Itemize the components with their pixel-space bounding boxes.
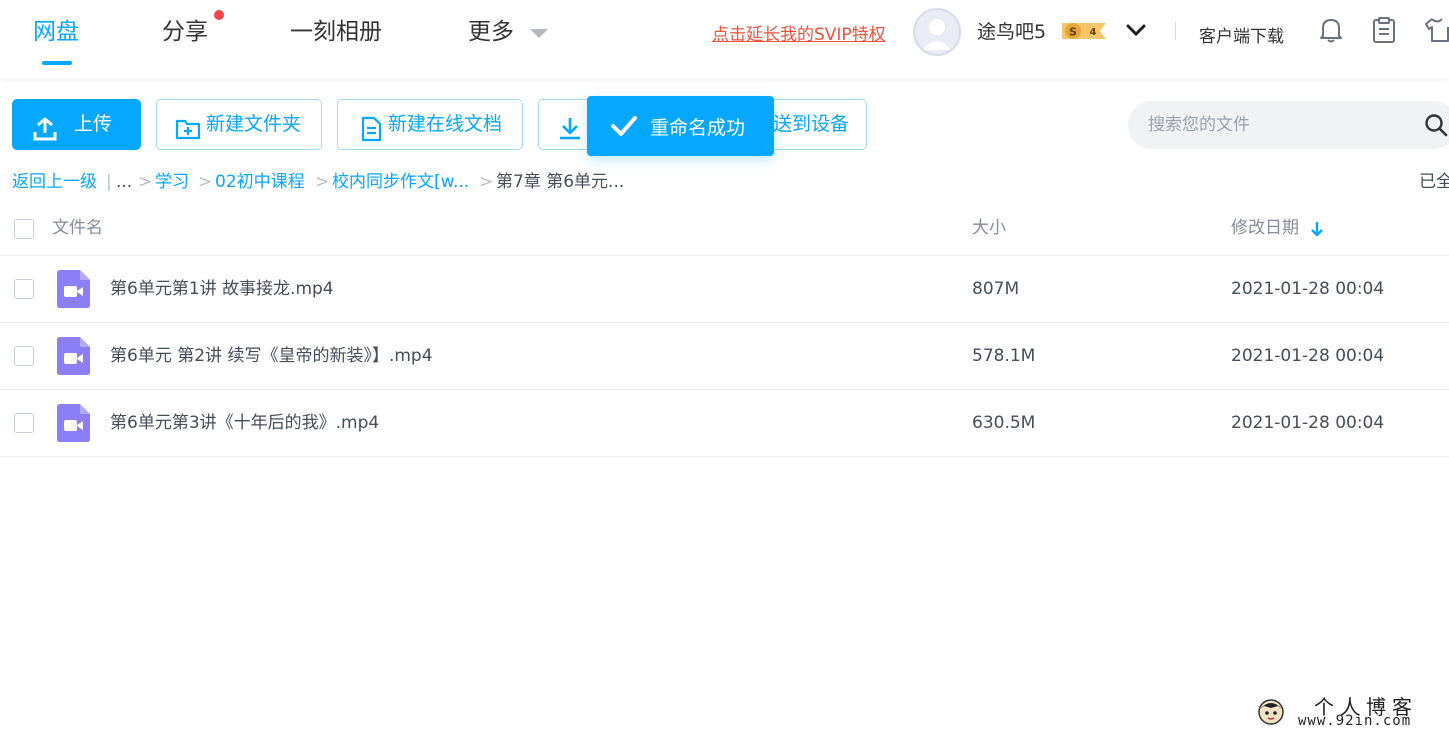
- new-folder-label: 新建文件夹: [206, 113, 302, 135]
- tab-share[interactable]: 分享: [162, 16, 208, 48]
- breadcrumb-separator: >: [138, 172, 153, 192]
- file-size: 807M: [972, 279, 1020, 299]
- new-online-doc-label: 新建在线文档: [388, 113, 503, 135]
- username[interactable]: 途鸟吧5: [977, 17, 1046, 44]
- breadcrumb-ellipsis[interactable]: ...: [116, 169, 132, 195]
- file-name[interactable]: 第6单元第3讲《十年后的我》.mp4: [110, 410, 379, 436]
- file-date: 2021-01-28 00:04: [1231, 346, 1385, 366]
- svip-extend-link[interactable]: 点击延长我的SVIP特权: [712, 20, 886, 45]
- file-date: 2021-01-28 00:04: [1231, 279, 1385, 299]
- more-caret-icon[interactable]: [530, 29, 548, 38]
- nav-divider: [1175, 22, 1176, 40]
- client-download-link[interactable]: 客户端下载: [1199, 22, 1284, 47]
- row-checkbox[interactable]: [14, 413, 34, 433]
- table-row[interactable]: 第6单元 第2讲 续写《皇帝的新装》】.mp4 578.1M 2021-01-2…: [0, 323, 1449, 390]
- column-header-date[interactable]: 修改日期: [1231, 215, 1299, 241]
- new-folder-button[interactable]: 新建文件夹: [156, 99, 322, 150]
- folder-add-icon: [175, 112, 201, 140]
- tab-netdisk[interactable]: 网盘: [33, 16, 79, 48]
- check-icon: [609, 112, 639, 140]
- breadcrumb-item-study[interactable]: 学习: [155, 169, 189, 195]
- chevron-down-icon[interactable]: [1126, 22, 1146, 37]
- file-date: 2021-01-28 00:04: [1231, 413, 1385, 433]
- active-tab-indicator: [42, 61, 72, 65]
- new-online-doc-button[interactable]: 新建在线文档: [337, 99, 523, 150]
- watermark-url: www.92in.com: [1298, 713, 1412, 729]
- file-size: 578.1M: [972, 346, 1036, 366]
- video-file-icon: [57, 270, 90, 308]
- row-checkbox[interactable]: [14, 279, 34, 299]
- search-input[interactable]: [1148, 109, 1418, 141]
- breadcrumb-current: 第7章 第6单元...: [496, 172, 625, 192]
- upload-icon: [32, 112, 58, 141]
- upload-button[interactable]: 上传: [12, 99, 141, 150]
- breadcrumb-item-composition[interactable]: 校内同步作文[w...: [332, 169, 469, 195]
- shirt-icon[interactable]: [1424, 16, 1449, 44]
- avatar[interactable]: [913, 8, 961, 56]
- download-icon: [557, 112, 583, 140]
- svg-text:S: S: [1069, 26, 1077, 39]
- column-header-size[interactable]: 大小: [972, 215, 1006, 241]
- share-notification-dot: [214, 10, 224, 20]
- file-name[interactable]: 第6单元第1讲 故事接龙.mp4: [110, 276, 334, 302]
- breadcrumb-divider: |: [106, 172, 112, 192]
- column-header-name[interactable]: 文件名: [52, 215, 103, 241]
- search-icon[interactable]: [1424, 113, 1448, 137]
- search-box: [1128, 101, 1449, 149]
- select-all-checkbox[interactable]: [14, 219, 34, 239]
- video-file-icon: [57, 404, 90, 442]
- clipboard-icon[interactable]: [1371, 16, 1397, 44]
- tab-album[interactable]: 一刻相册: [290, 16, 382, 48]
- video-file-icon: [57, 337, 90, 375]
- bell-icon[interactable]: [1318, 16, 1344, 44]
- svip-level-text: 4: [1090, 27, 1097, 38]
- row-checkbox[interactable]: [14, 346, 34, 366]
- file-name[interactable]: 第6单元 第2讲 续写《皇帝的新装》】.mp4: [110, 343, 433, 369]
- loaded-status-text: 已全: [1419, 172, 1449, 192]
- table-row[interactable]: 第6单元第3讲《十年后的我》.mp4 630.5M 2021-01-28 00:…: [0, 390, 1449, 457]
- table-row[interactable]: 第6单元第1讲 故事接龙.mp4 807M 2021-01-28 00:04: [0, 256, 1449, 323]
- sort-descending-icon[interactable]: [1310, 220, 1324, 238]
- breadcrumb-item-course[interactable]: 02初中课程: [215, 169, 305, 195]
- breadcrumb-separator: >: [198, 172, 213, 192]
- row-divider: [0, 456, 1449, 457]
- top-navigation-bar: 网盘 分享 一刻相册 更多 点击延长我的SVIP特权 途鸟吧5 S 4 客户端下…: [0, 0, 1449, 78]
- toast-message: 重命名成功: [650, 117, 746, 139]
- file-size: 630.5M: [972, 413, 1036, 433]
- send-to-device-label: 送到设备: [773, 113, 850, 135]
- rename-success-toast: 重命名成功: [587, 96, 774, 156]
- breadcrumb-separator: >: [479, 172, 494, 192]
- tab-more[interactable]: 更多: [468, 16, 514, 48]
- upload-label: 上传: [74, 113, 113, 135]
- breadcrumb-separator: >: [315, 172, 330, 192]
- document-icon: [358, 112, 384, 142]
- svip-badge: S 4: [1060, 20, 1110, 42]
- watermark-mascot-icon: [1256, 697, 1286, 727]
- breadcrumb-back[interactable]: 返回上一级: [12, 169, 97, 195]
